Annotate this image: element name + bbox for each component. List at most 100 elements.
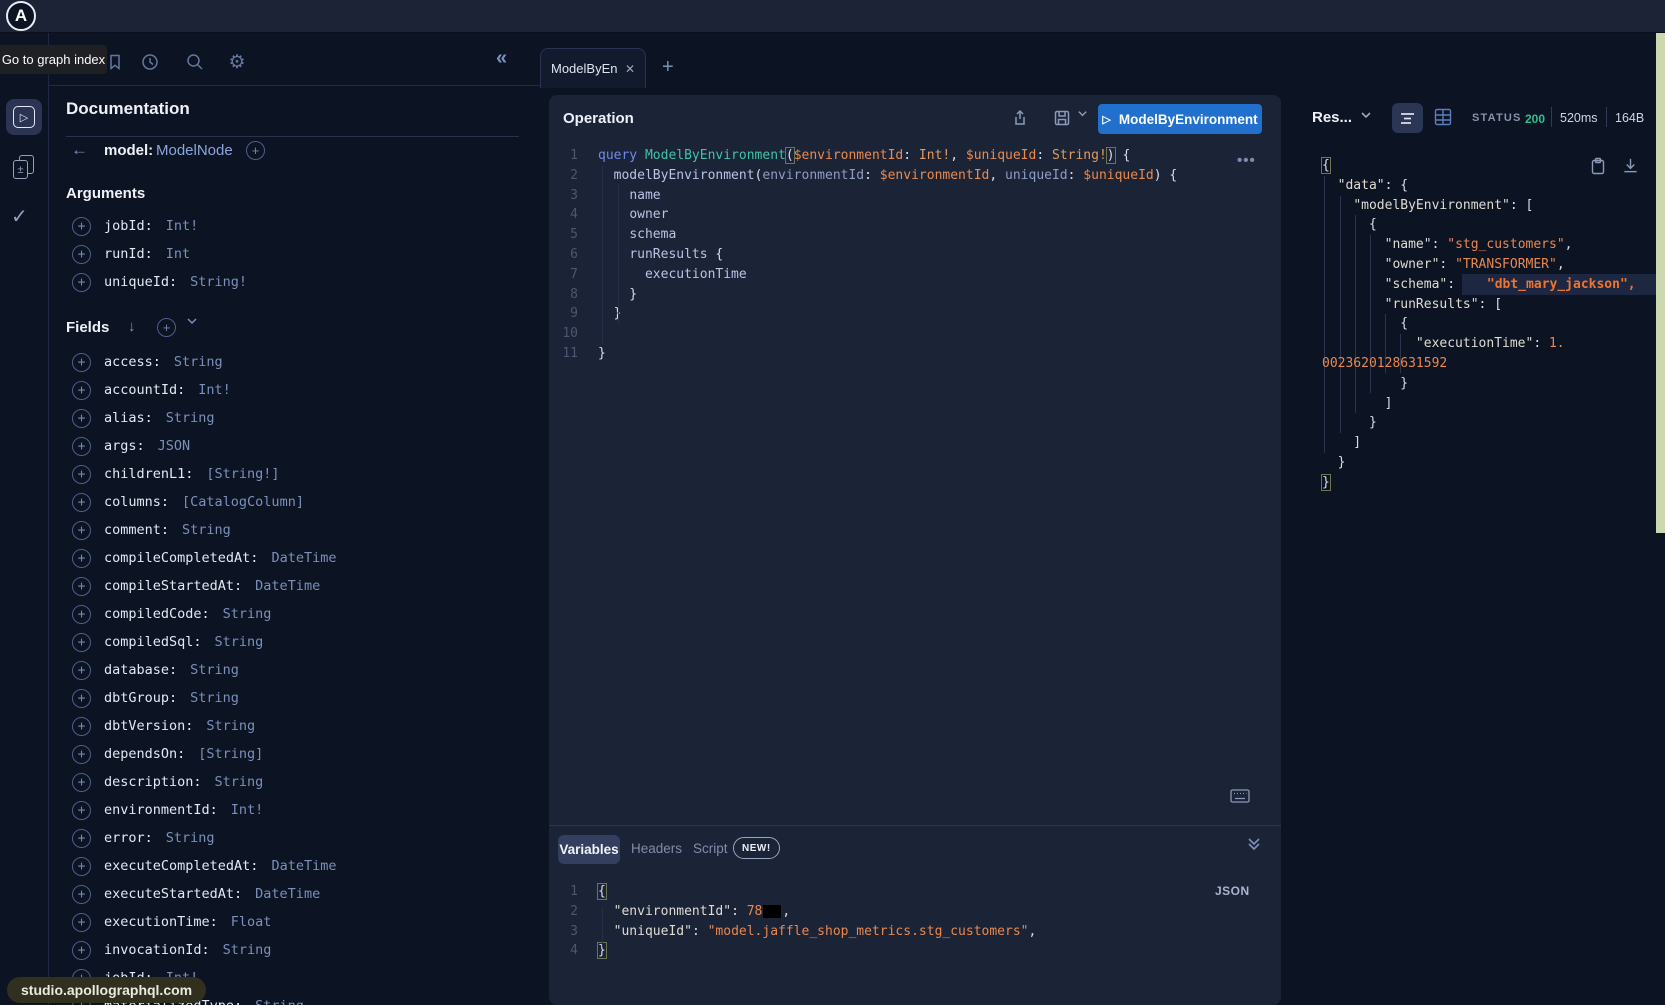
field-type[interactable]: [String] — [198, 746, 263, 762]
add-field-icon[interactable]: + — [72, 273, 91, 292]
field-type[interactable]: DateTime — [255, 578, 320, 594]
add-field-icon[interactable]: + — [72, 605, 91, 624]
field-name[interactable]: jobId: — [104, 218, 153, 234]
field-name[interactable]: description: — [104, 774, 202, 790]
add-field-icon[interactable]: + — [72, 353, 91, 372]
field-type[interactable]: String — [223, 942, 272, 958]
field-name[interactable]: comment: — [104, 522, 169, 538]
response-dropdown-chevron-icon[interactable] — [1360, 109, 1372, 121]
field-type[interactable]: [String!] — [206, 466, 279, 482]
add-field-icon[interactable]: + — [72, 661, 91, 680]
sort-fields-icon[interactable]: ↓ — [128, 318, 136, 335]
add-field-icon[interactable]: + — [72, 913, 91, 932]
collapse-sidebar-icon[interactable]: « — [496, 47, 507, 70]
field-type[interactable]: JSON — [158, 438, 191, 454]
close-tab-icon[interactable]: ✕ — [625, 62, 635, 76]
add-field-icon[interactable]: + — [72, 217, 91, 236]
variables-editor[interactable]: 1{2 "environmentId": 78,3 "uniqueId": "m… — [549, 882, 1281, 961]
field-name[interactable]: executeStartedAt: — [104, 886, 242, 902]
table-view-toggle[interactable] — [1434, 108, 1454, 128]
tab-variables[interactable]: Variables — [558, 835, 620, 864]
field-type[interactable]: [CatalogColumn] — [182, 494, 304, 510]
share-icon[interactable] — [1011, 109, 1031, 129]
back-arrow-icon[interactable]: ← — [71, 140, 88, 160]
save-icon[interactable] — [1053, 109, 1073, 129]
add-field-icon[interactable]: + — [72, 493, 91, 512]
add-field-icon[interactable]: + — [72, 829, 91, 848]
apollo-logo-icon[interactable]: A — [6, 1, 36, 31]
add-field-icon[interactable]: + — [72, 245, 91, 264]
field-type[interactable]: Int! — [166, 218, 199, 234]
new-tab-icon[interactable]: + — [662, 56, 674, 79]
field-name[interactable]: error: — [104, 830, 153, 846]
field-type[interactable]: String — [182, 522, 231, 538]
field-name[interactable]: uniqueId: — [104, 274, 177, 290]
field-type[interactable]: String — [190, 690, 239, 706]
add-field-icon[interactable]: + — [72, 857, 91, 876]
tree-view-toggle[interactable] — [1392, 103, 1423, 133]
save-dropdown-chevron-icon[interactable] — [1077, 108, 1088, 119]
collapse-bottom-panel-icon[interactable] — [1247, 836, 1263, 854]
field-type[interactable]: DateTime — [271, 550, 336, 566]
tab-script[interactable]: Script — [693, 841, 728, 856]
field-type[interactable]: String — [166, 410, 215, 426]
sidebar-item-explorer[interactable]: ▷ — [6, 99, 42, 135]
add-field-icon[interactable]: + — [72, 689, 91, 708]
add-field-icon[interactable]: + — [72, 801, 91, 820]
add-field-icon[interactable]: + — [72, 409, 91, 428]
model-type-link[interactable]: ModelNode — [156, 142, 233, 159]
history-icon[interactable] — [138, 50, 162, 74]
field-name[interactable]: compileStartedAt: — [104, 578, 242, 594]
keyboard-shortcuts-icon[interactable] — [1230, 789, 1250, 803]
field-type[interactable]: String — [215, 774, 264, 790]
add-all-fields-icon[interactable]: + — [157, 318, 176, 337]
field-name[interactable]: dbtVersion: — [104, 718, 193, 734]
field-type[interactable]: String — [166, 830, 215, 846]
field-name[interactable]: dependsOn: — [104, 746, 185, 762]
field-name[interactable]: columns: — [104, 494, 169, 510]
field-type[interactable]: String — [255, 998, 304, 1005]
field-name[interactable]: access: — [104, 354, 161, 370]
add-field-icon[interactable]: + — [72, 549, 91, 568]
field-name[interactable]: executionTime: — [104, 914, 218, 930]
field-name[interactable]: invocationId: — [104, 942, 210, 958]
field-name[interactable]: environmentId: — [104, 802, 218, 818]
field-type[interactable]: String — [174, 354, 223, 370]
field-name[interactable]: compileCompletedAt: — [104, 550, 258, 566]
field-type[interactable]: String — [190, 662, 239, 678]
field-name[interactable]: alias: — [104, 410, 153, 426]
operation-editor[interactable]: 1query ModelByEnvironment($environmentId… — [549, 146, 1281, 364]
field-name[interactable]: runId: — [104, 246, 153, 262]
field-type[interactable]: String! — [190, 274, 247, 290]
add-field-icon[interactable]: + — [72, 941, 91, 960]
sidebar-item-collections[interactable]: ± — [13, 155, 35, 181]
fields-chevron-down-icon[interactable] — [186, 315, 198, 327]
field-name[interactable]: accountId: — [104, 382, 185, 398]
field-type[interactable]: String — [206, 718, 255, 734]
add-field-icon[interactable]: + — [72, 745, 91, 764]
add-field-icon[interactable]: + — [72, 437, 91, 456]
settings-gear-icon[interactable]: ⚙ — [225, 50, 249, 74]
response-json-tree[interactable]: { "data": { "modelByEnvironment": [ { "n… — [1322, 156, 1652, 493]
field-type[interactable]: String — [215, 634, 264, 650]
add-field-icon[interactable]: + — [72, 465, 91, 484]
field-name[interactable]: compiledSql: — [104, 634, 202, 650]
field-type[interactable]: Float — [231, 914, 272, 930]
add-field-icon[interactable]: + — [72, 521, 91, 540]
search-icon[interactable] — [183, 50, 207, 74]
add-field-icon[interactable]: + — [72, 885, 91, 904]
sidebar-item-checks[interactable]: ✓ — [11, 204, 28, 229]
field-name[interactable]: database: — [104, 662, 177, 678]
field-type[interactable]: String — [223, 606, 272, 622]
add-field-icon[interactable]: + — [72, 717, 91, 736]
add-model-icon[interactable]: + — [246, 141, 265, 160]
tab-headers[interactable]: Headers — [631, 841, 682, 856]
tab-modelbyenvironment[interactable]: ModelByEnvi... ✕ — [540, 48, 646, 88]
add-field-icon[interactable]: + — [72, 633, 91, 652]
field-name[interactable]: compiledCode: — [104, 606, 210, 622]
add-field-icon[interactable]: + — [72, 381, 91, 400]
field-type[interactable]: Int! — [198, 382, 231, 398]
field-name[interactable]: childrenL1: — [104, 466, 193, 482]
field-name[interactable]: args: — [104, 438, 145, 454]
field-type[interactable]: DateTime — [255, 886, 320, 902]
